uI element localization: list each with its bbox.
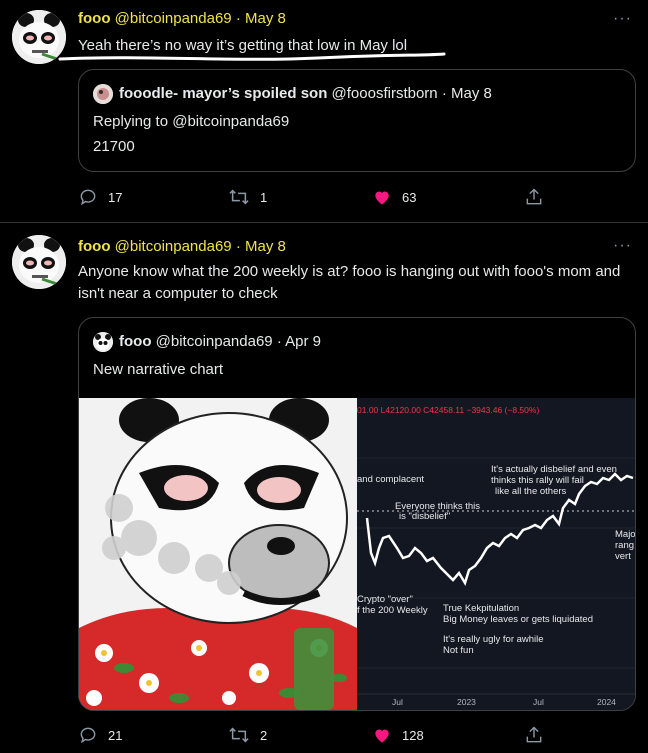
avatar[interactable] — [12, 235, 66, 289]
panda-meme-image — [79, 398, 357, 710]
heart-icon — [375, 729, 389, 743]
like-button[interactable]: 63 — [372, 187, 416, 207]
retweet-icon — [229, 727, 249, 743]
author-name[interactable]: fooo — [78, 238, 110, 255]
retweet-count: 1 — [260, 189, 268, 205]
reply-button[interactable]: 17 — [78, 187, 122, 207]
more-icon[interactable]: ··· — [613, 237, 632, 255]
more-icon[interactable]: ··· — [613, 10, 632, 28]
quote-avatar — [93, 84, 113, 105]
reply-count: 21 — [108, 727, 123, 743]
retweet-button[interactable]: 1 — [228, 187, 267, 207]
reply-icon — [80, 727, 96, 744]
chart-line — [357, 457, 635, 695]
quote-author-handle: @fooosfirstborn — [331, 85, 438, 102]
author-handle[interactable]: @bitcoinpanda69 — [115, 238, 232, 255]
tweet-header: fooo @bitcoinpanda69 · May 8 — [78, 9, 286, 29]
quote-author-name: fooo — [119, 333, 152, 350]
retweet-icon — [229, 189, 249, 205]
quote-date: May 8 — [450, 85, 492, 102]
chart-annotation: Not fun — [443, 645, 474, 656]
tweet-1[interactable]: fooo @bitcoinpanda69 · May 8 ··· Yeah th… — [0, 0, 648, 222]
share-icon — [526, 726, 542, 743]
chart-annotation: is "disbelief" — [399, 511, 451, 522]
x-tick-label: 2023 — [457, 697, 476, 707]
reply-icon — [80, 189, 96, 206]
chart-annotation: thinks this rally will fail — [491, 475, 584, 486]
x-tick-label: Jul — [392, 697, 403, 707]
chart-annotation: It's really ugly for awhile — [443, 634, 544, 645]
reply-button[interactable]: 21 — [78, 725, 122, 745]
tweet-header: fooo @bitcoinpanda69 · May 8 — [78, 237, 286, 257]
tweet-text: Anyone know what the 200 weekly is at? f… — [78, 263, 621, 302]
chart-annotation: True Kekpitulation — [443, 603, 520, 614]
replying-to: Replying to @bitcoinpanda69 — [93, 113, 290, 130]
underline-scribble — [58, 52, 446, 61]
quote-text: 21700 — [93, 138, 135, 155]
like-button[interactable]: 128 — [372, 725, 424, 745]
separator: · — [235, 10, 241, 27]
author-name[interactable]: fooo — [78, 10, 110, 27]
like-count: 63 — [402, 189, 417, 205]
chart-annotation: f the 200 Weekly — [357, 605, 428, 616]
tweet-2[interactable]: fooo @bitcoinpanda69 · May 8 ··· Anyone … — [0, 223, 648, 753]
chart-annotation: like all the others — [495, 486, 567, 497]
quoted-tweet[interactable]: fooodle- mayor’s spoiled son @fooosfirst… — [78, 69, 636, 172]
separator: · — [441, 85, 447, 102]
chart-annotation: Majo — [615, 529, 635, 540]
x-tick-label: 2024 — [597, 697, 616, 707]
quote-author-name: fooodle- mayor’s spoiled son — [119, 85, 328, 102]
quote-media[interactable]: 01.00 L42120.00 C42458.11 −3943.46 (−8.5… — [79, 398, 635, 710]
x-tick-label: Jul — [533, 697, 544, 707]
retweet-count: 2 — [260, 727, 268, 743]
separator: · — [276, 333, 282, 350]
share-button[interactable] — [524, 187, 544, 207]
tweet-date[interactable]: May 8 — [245, 238, 286, 255]
quote-date: Apr 9 — [285, 333, 322, 350]
chart-annotation: Crypto "over" — [357, 594, 413, 605]
chart-annotation: It's actually disbelief and even — [491, 464, 617, 475]
chart-annotation: Big Money leaves or gets liquidated — [443, 614, 593, 625]
quote-avatar — [93, 332, 113, 353]
chart-annotation: rang — [615, 540, 635, 551]
quote-author-handle: @bitcoinpanda69 — [155, 333, 273, 350]
tweet-date[interactable]: May 8 — [245, 10, 286, 27]
chart-annotation: vert — [615, 551, 631, 562]
action-bar: 21 2 128 — [78, 725, 548, 745]
separator: · — [235, 238, 241, 255]
share-icon — [526, 188, 542, 205]
quote-text: New narrative chart — [93, 361, 224, 378]
reply-count: 17 — [108, 189, 123, 205]
like-count: 128 — [402, 727, 424, 743]
share-button[interactable] — [524, 725, 544, 745]
author-handle[interactable]: @bitcoinpanda69 — [115, 10, 232, 27]
heart-icon — [375, 191, 389, 205]
chart-panel: 01.00 L42120.00 C42458.11 −3943.46 (−8.5… — [357, 398, 635, 710]
quoted-tweet[interactable]: fooo @bitcoinpanda69 · Apr 9 New narrati… — [78, 317, 636, 711]
quote-header: fooo @bitcoinpanda69 · Apr 9 — [93, 332, 322, 353]
quote-header: fooodle- mayor’s spoiled son @fooosfirst… — [93, 84, 492, 105]
action-bar: 17 1 63 — [78, 187, 548, 207]
chart-annotation: and complacent — [357, 474, 425, 485]
retweet-button[interactable]: 2 — [228, 725, 267, 745]
